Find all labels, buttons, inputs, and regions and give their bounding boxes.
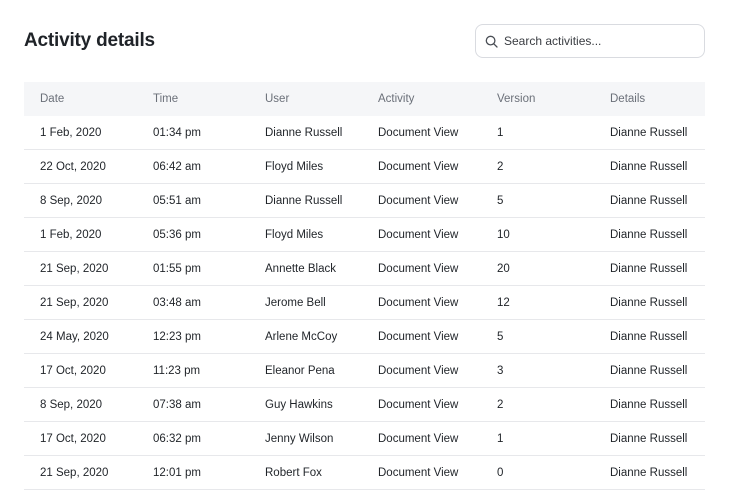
cell-details: Dianne Russell	[610, 398, 688, 411]
cell-date: 21 Sep, 2020	[40, 262, 109, 275]
cell-details: Dianne Russell	[610, 432, 688, 445]
cell-activity: Document View	[378, 432, 459, 445]
table-row[interactable]: 21 Sep, 2020 03:48 am Jerome Bell Document …	[24, 286, 705, 320]
cell-date: 8 Sep, 2020	[40, 194, 103, 207]
cell-activity: Document View	[378, 228, 459, 241]
cell-date: 24 May, 2020	[40, 330, 109, 343]
search-box[interactable]	[475, 24, 705, 58]
cell-time: 06:32 pm	[153, 432, 201, 445]
cell-details: Dianne Russell	[610, 296, 688, 309]
table-row[interactable]: 21 Sep, 2020 12:01 pm Robert Fox Document V…	[24, 456, 705, 490]
cell-version: 10	[497, 228, 510, 241]
cell-version: 0	[497, 466, 504, 479]
cell-version: 2	[497, 160, 504, 173]
page-title: Activity details	[24, 30, 155, 51]
cell-activity: Document View	[378, 296, 459, 309]
cell-user: Jerome Bell	[265, 296, 326, 309]
cell-details: Dianne Russell	[610, 262, 688, 275]
cell-time: 05:51 am	[153, 194, 201, 207]
cell-date: 1 Feb, 2020	[40, 126, 102, 139]
table-row[interactable]: 1 Feb, 2020 01:34 pm Dianne Russell Documen…	[24, 116, 705, 150]
cell-version: 20	[497, 262, 510, 275]
cell-user: Robert Fox	[265, 466, 322, 479]
cell-activity: Document View	[378, 126, 459, 139]
activity-page: Activity details Date Time User Activity…	[0, 0, 729, 501]
search-icon	[485, 35, 498, 48]
cell-activity: Document View	[378, 466, 459, 479]
cell-details: Dianne Russell	[610, 330, 688, 343]
cell-time: 06:42 am	[153, 160, 201, 173]
cell-details: Dianne Russell	[610, 194, 688, 207]
cell-user: Arlene McCoy	[265, 330, 338, 343]
cell-details: Dianne Russell	[610, 160, 688, 173]
cell-time: 11:23 pm	[153, 364, 201, 377]
cell-date: 21 Sep, 2020	[40, 466, 109, 479]
cell-version: 5	[497, 330, 504, 343]
cell-version: 3	[497, 364, 504, 377]
cell-user: Floyd Miles	[265, 160, 324, 173]
cell-time: 05:36 pm	[153, 228, 201, 241]
column-header-activity[interactable]: Activity	[378, 93, 414, 105]
cell-version: 12	[497, 296, 510, 309]
search-input[interactable]	[504, 27, 699, 55]
cell-user: Dianne Russell	[265, 126, 343, 139]
cell-date: 17 Oct, 2020	[40, 364, 106, 377]
cell-activity: Document View	[378, 194, 459, 207]
table-row[interactable]: 8 Sep, 2020 07:38 am Guy Hawkins Document V…	[24, 388, 705, 422]
table-row[interactable]: 8 Sep, 2020 05:51 am Dianne Russell Documen…	[24, 184, 705, 218]
cell-user: Floyd Miles	[265, 228, 324, 241]
cell-activity: Document View	[378, 262, 459, 275]
column-header-date[interactable]: Date	[40, 93, 64, 105]
cell-date: 17 Oct, 2020	[40, 432, 106, 445]
cell-user: Guy Hawkins	[265, 398, 333, 411]
cell-date: 8 Sep, 2020	[40, 398, 103, 411]
cell-time: 12:23 pm	[153, 330, 201, 343]
column-header-version[interactable]: Version	[497, 93, 535, 105]
cell-details: Dianne Russell	[610, 364, 688, 377]
column-header-user[interactable]: User	[265, 93, 289, 105]
cell-activity: Document View	[378, 160, 459, 173]
cell-date: 1 Feb, 2020	[40, 228, 102, 241]
cell-date: 21 Sep, 2020	[40, 296, 109, 309]
column-header-time[interactable]: Time	[153, 93, 178, 105]
cell-user: Annette Black	[265, 262, 336, 275]
table-row[interactable]: 17 Oct, 2020 06:32 pm Jenny Wilson Document…	[24, 422, 705, 456]
cell-version: 5	[497, 194, 504, 207]
table-row[interactable]: 22 Oct, 2020 06:42 am Floyd Miles Document …	[24, 150, 705, 184]
table-body: 1 Feb, 2020 01:34 pm Dianne Russell Documen…	[24, 116, 705, 490]
cell-details: Dianne Russell	[610, 228, 688, 241]
cell-activity: Document View	[378, 330, 459, 343]
activity-table: Date Time User Activity Version Details …	[24, 82, 705, 490]
cell-time: 07:38 am	[153, 398, 201, 411]
cell-time: 01:34 pm	[153, 126, 201, 139]
cell-details: Dianne Russell	[610, 466, 688, 479]
table-header: Date Time User Activity Version Details	[24, 82, 705, 116]
cell-version: 2	[497, 398, 504, 411]
table-row[interactable]: 21 Sep, 2020 01:55 pm Annette Black Documen…	[24, 252, 705, 286]
cell-user: Eleanor Pena	[265, 364, 335, 377]
cell-user: Jenny Wilson	[265, 432, 334, 445]
cell-version: 1	[497, 126, 504, 139]
cell-user: Dianne Russell	[265, 194, 343, 207]
cell-details: Dianne Russell	[610, 126, 688, 139]
cell-activity: Document View	[378, 364, 459, 377]
cell-activity: Document View	[378, 398, 459, 411]
cell-time: 03:48 am	[153, 296, 201, 309]
table-row[interactable]: 24 May, 2020 12:23 pm Arlene McCoy Document…	[24, 320, 705, 354]
cell-time: 12:01 pm	[153, 466, 201, 479]
column-header-details[interactable]: Details	[610, 93, 645, 105]
table-row[interactable]: 1 Feb, 2020 05:36 pm Floyd Miles Document V…	[24, 218, 705, 252]
table-row[interactable]: 17 Oct, 2020 11:23 pm Eleanor Pena Document…	[24, 354, 705, 388]
cell-time: 01:55 pm	[153, 262, 201, 275]
cell-date: 22 Oct, 2020	[40, 160, 106, 173]
cell-version: 1	[497, 432, 504, 445]
